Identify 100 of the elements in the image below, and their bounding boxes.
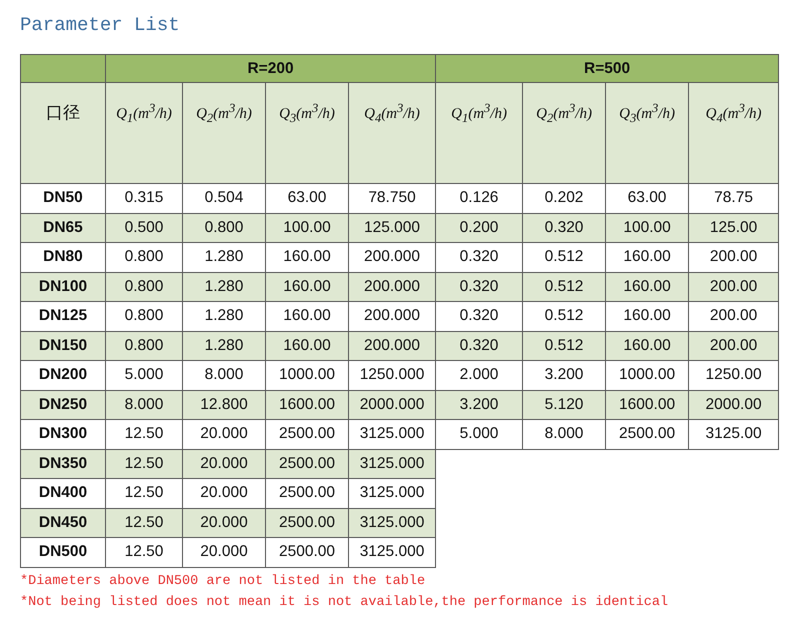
table-cell: 1600.00 — [266, 390, 348, 420]
table-cell: 8.000 — [182, 360, 266, 390]
table-cell: 1600.00 — [606, 390, 689, 420]
table-cell: 3.200 — [436, 390, 523, 420]
table-cell: 3125.000 — [348, 508, 436, 538]
table-cell: 200.00 — [688, 331, 779, 360]
table-cell: 63.00 — [606, 184, 689, 213]
table-cell: 3125.000 — [348, 478, 436, 508]
table-cell: 0.200 — [436, 213, 523, 242]
table-cell: 3125.00 — [688, 420, 779, 449]
table-cell: 2500.00 — [266, 508, 348, 538]
table-cell: 20.000 — [182, 478, 266, 508]
table-cell: DN125 — [20, 302, 106, 331]
table-cell: 2500.00 — [266, 478, 348, 508]
table-cell: DN65 — [20, 213, 106, 242]
column-header: Q$_{1}$(m$^{3}$/h) — [106, 82, 182, 184]
table-cell: 0.320 — [436, 302, 523, 331]
table-cell: 160.00 — [606, 272, 689, 302]
table-cell: 160.00 — [266, 331, 348, 360]
table-cell: 8.000 — [106, 390, 182, 420]
table-cell: 160.00 — [266, 242, 348, 272]
table-cell: 20.000 — [182, 508, 266, 538]
table-cell: 3125.000 — [348, 420, 436, 449]
group-header: R=200 — [106, 54, 436, 82]
column-header: Q$_{4}$(m$^{3}$/h) — [348, 82, 436, 184]
table-cell: 200.00 — [688, 302, 779, 331]
table-cell: 12.800 — [182, 390, 266, 420]
column-header: Q$_{3}$(m$^{3}$/h) — [606, 82, 689, 184]
table-cell: 3.200 — [522, 360, 606, 390]
table-cell: 200.00 — [688, 272, 779, 302]
table-cell: DN350 — [20, 449, 106, 478]
table-cell: 1.280 — [182, 242, 266, 272]
footnote: *Diameters above DN500 are not listed in the table — [20, 574, 426, 590]
table-cell: 160.00 — [606, 242, 689, 272]
table-cell: 160.00 — [266, 272, 348, 302]
table-cell: 12.50 — [106, 478, 182, 508]
table-cell: 2500.00 — [606, 420, 689, 449]
footnote: *Not being listed does not mean it is not available,the performance is identical — [20, 595, 670, 611]
table-cell: DN150 — [20, 331, 106, 360]
table-cell: 8.000 — [522, 420, 606, 449]
table-cell: 0.800 — [182, 213, 266, 242]
table-cell: 78.75 — [688, 184, 779, 213]
table-cell: 5.000 — [106, 360, 182, 390]
table-cell: 200.000 — [348, 302, 436, 331]
column-header: 口径 — [20, 82, 106, 184]
table-cell: 0.800 — [106, 331, 182, 360]
table-cell: 0.320 — [436, 242, 523, 272]
table-cell: 2.000 — [436, 360, 523, 390]
table-cell: 12.50 — [106, 538, 182, 567]
table-cell: 1000.00 — [606, 360, 689, 390]
table-cell: 0.315 — [106, 184, 182, 213]
table-cell: 0.320 — [522, 213, 606, 242]
table-cell: 200.000 — [348, 272, 436, 302]
table-cell: 0.512 — [522, 272, 606, 302]
table-cell: 1.280 — [182, 331, 266, 360]
table-cell: 160.00 — [606, 302, 689, 331]
table-cell: 2000.00 — [688, 390, 779, 420]
table-cell: DN250 — [20, 390, 106, 420]
group-header: R=500 — [436, 54, 779, 82]
table-cell: 125.00 — [688, 213, 779, 242]
table-cell: 1.280 — [182, 302, 266, 331]
table-cell: 12.50 — [106, 508, 182, 538]
column-header: Q$_{4}$(m$^{3}$/h) — [688, 82, 779, 184]
table-cell: 1250.00 — [688, 360, 779, 390]
page-title: Parameter List — [20, 14, 181, 38]
table-cell: 0.800 — [106, 272, 182, 302]
table-cell: 125.000 — [348, 213, 436, 242]
table-cell: 20.000 — [182, 538, 266, 567]
table-cell: 5.000 — [436, 420, 523, 449]
table-cell: DN50 — [20, 184, 106, 213]
table-cell: 0.126 — [436, 184, 523, 213]
table-cell: DN450 — [20, 508, 106, 538]
column-header: Q$_{2}$(m$^{3}$/h) — [182, 82, 266, 184]
table-cell: 3125.000 — [348, 538, 436, 567]
table-cell: DN400 — [20, 478, 106, 508]
table-cell: DN100 — [20, 272, 106, 302]
table-cell: 160.00 — [606, 331, 689, 360]
table-cell: 2500.00 — [266, 449, 348, 478]
table-cell: 12.50 — [106, 420, 182, 449]
table-cell: 63.00 — [266, 184, 348, 213]
table-cell: DN200 — [20, 360, 106, 390]
table-cell: 20.000 — [182, 420, 266, 449]
table-cell: 100.00 — [266, 213, 348, 242]
table-cell: 0.800 — [106, 302, 182, 331]
table-cell: 2500.00 — [266, 538, 348, 567]
table-cell: 12.50 — [106, 449, 182, 478]
table-cell: 5.120 — [522, 390, 606, 420]
column-header: Q$_{2}$(m$^{3}$/h) — [522, 82, 606, 184]
table-cell: 0.512 — [522, 242, 606, 272]
table-cell: DN300 — [20, 420, 106, 449]
table-cell: 1000.00 — [266, 360, 348, 390]
table-cell: 1.280 — [182, 272, 266, 302]
column-header: Q$_{3}$(m$^{3}$/h) — [266, 82, 348, 184]
table-cell: 2000.000 — [348, 390, 436, 420]
table-cell: 2500.00 — [266, 420, 348, 449]
table-cell: 20.000 — [182, 449, 266, 478]
table-cell: 200.000 — [348, 331, 436, 360]
table-cell: DN500 — [20, 538, 106, 567]
table-cell: 0.320 — [436, 272, 523, 302]
table-cell: 0.504 — [182, 184, 266, 213]
